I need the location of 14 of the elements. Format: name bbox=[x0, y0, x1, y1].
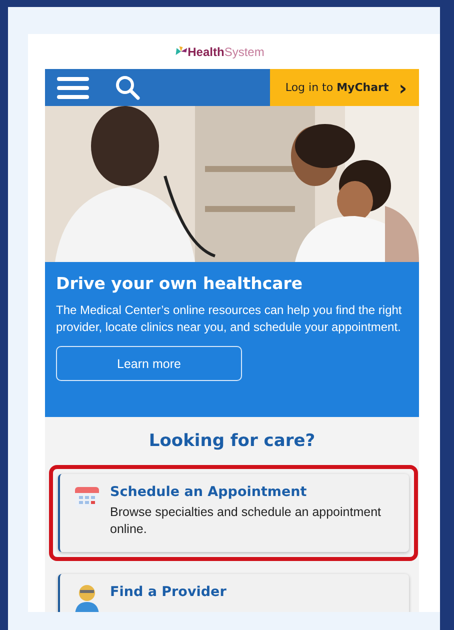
learn-more-button[interactable]: Learn more bbox=[56, 346, 242, 381]
mychart-login-button[interactable]: Log in to MyChart › bbox=[270, 69, 419, 106]
card-title: Find a Provider bbox=[110, 584, 226, 600]
person-icon bbox=[74, 584, 100, 612]
care-card[interactable]: Find a Provider bbox=[58, 574, 409, 612]
menu-icon[interactable] bbox=[57, 76, 89, 98]
hero-title: Drive your own healthcare bbox=[56, 274, 304, 293]
section-heading: Looking for care? bbox=[148, 431, 316, 451]
search-icon[interactable] bbox=[115, 74, 141, 100]
care-card[interactable]: Schedule an Appointment Browse specialties and schedule an appointment online. bbox=[58, 474, 409, 552]
card-text: Browse specialties and schedule an appointment online. bbox=[110, 504, 382, 538]
card-title: Schedule an Appointment bbox=[110, 484, 308, 500]
hero-text: The Medical Center’s online resources can help you find the right provider, locate clinics near you, and schedule your appointment. bbox=[56, 302, 403, 336]
health-system-logo[interactable]: HealthSystem bbox=[174, 44, 264, 58]
